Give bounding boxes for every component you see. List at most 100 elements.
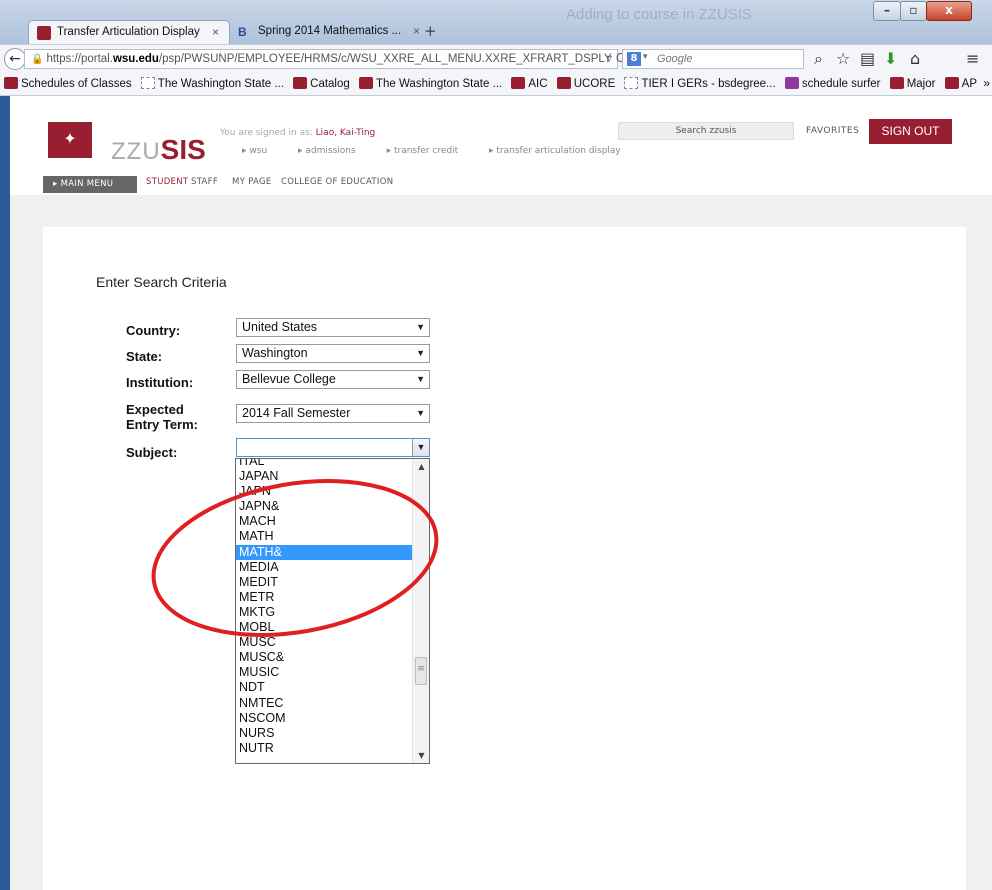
subject-option[interactable]: MUSC (236, 635, 414, 650)
bookmark-item[interactable]: Catalog (293, 77, 350, 90)
cougar-icon: ✦ (63, 129, 77, 148)
scroll-down-icon[interactable]: ▼ (413, 751, 429, 760)
country-select[interactable]: United States ▼ (236, 318, 430, 337)
bookmark-label: AIC (528, 78, 548, 90)
cougar-icon (37, 26, 51, 40)
subject-select[interactable]: ▼ (236, 438, 430, 457)
tab-close-icon[interactable]: × (413, 24, 420, 38)
search-icon[interactable]: ⌕ (814, 49, 823, 69)
bookmark-item[interactable]: AP (944, 77, 977, 90)
minimize-button[interactable]: – (873, 1, 901, 21)
tab-close-icon[interactable]: × (212, 25, 219, 39)
subject-option[interactable]: JAPAN (236, 469, 414, 484)
entry-term-select[interactable]: 2014 Fall Semester ▼ (236, 404, 430, 423)
country-label: Country: (126, 323, 181, 338)
bookmark-star-icon[interactable]: ☆ (836, 49, 850, 68)
new-tab-button[interactable]: + (424, 22, 437, 40)
chevron-down-icon: ▼ (416, 348, 425, 358)
favorites-link[interactable]: FAVORITES (806, 126, 859, 136)
subject-option[interactable]: MKTG (236, 605, 414, 620)
subject-dropdown-list[interactable]: ITAL JAPAN JAPN JAPN& MACH MATH MATH& MEDIA MEDI… (235, 458, 430, 764)
tab-college-of-education[interactable]: COLLEGE OF EDUCATION (281, 177, 393, 187)
signed-in-label: You are signed in as: (220, 128, 316, 138)
bookmark-item[interactable]: UCORE (556, 77, 615, 90)
subject-option[interactable]: MEDIA (236, 560, 414, 575)
wsu-cougar-logo[interactable]: ✦ (48, 122, 92, 158)
breadcrumb-item[interactable]: ▸ transfer credit (387, 146, 473, 156)
dropdown-scrollbar[interactable]: ▲ ≡ ▼ (412, 459, 429, 763)
window-titlebar: Adding to course in ZZUSIS – ▫ x Transfe… (0, 0, 992, 44)
tab-label: Transfer Articulation Display (57, 26, 200, 38)
main-menu-label: MAIN MENU (60, 179, 114, 189)
bookmarks-overflow-button[interactable]: » (983, 76, 990, 90)
bookmark-label: The Washington State ... (375, 78, 503, 90)
close-window-button[interactable]: x (926, 1, 972, 21)
download-icon[interactable]: ⬇ (884, 49, 897, 68)
subject-option[interactable]: METR (236, 590, 414, 605)
subject-option[interactable]: NSCOM (236, 711, 414, 726)
tab-my-page[interactable]: MY PAGE (232, 177, 272, 187)
search-box[interactable]: 8 ▾ (622, 49, 804, 69)
subject-option[interactable]: NMTEC (236, 696, 414, 711)
breadcrumb-item[interactable]: ▸ wsu (242, 146, 281, 156)
bookmark-item[interactable]: Major (889, 77, 935, 90)
subject-option[interactable]: MOBL (236, 620, 414, 635)
url-domain: wsu.edu (112, 53, 159, 65)
institution-label: Institution: (126, 375, 194, 390)
purple-icon (784, 77, 799, 89)
bookmark-item[interactable]: The Washington State ... (140, 77, 284, 90)
subject-option[interactable]: MATH (236, 529, 414, 544)
bookmark-item[interactable]: AIC (511, 77, 548, 90)
bookmark-item[interactable]: schedule surfer (784, 77, 880, 90)
tab-transfer-articulation[interactable]: Transfer Articulation Display × (28, 20, 230, 44)
bookmark-item[interactable]: The Washington State ... (358, 77, 503, 90)
navigation-toolbar: ← 🔒 https://portal.wsu.edu/psp/PWSUNP/EMP… (0, 44, 992, 72)
page-icon (140, 77, 155, 89)
close-icon: x (945, 3, 953, 17)
scroll-up-icon[interactable]: ▲ (413, 462, 429, 471)
scrollbar-thumb[interactable]: ≡ (415, 657, 427, 685)
tab-student[interactable]: STUDENT (146, 177, 188, 187)
subject-dropdown-button[interactable]: ▼ (412, 439, 429, 456)
subject-option[interactable]: MATH& (236, 544, 414, 560)
state-select[interactable]: Washington ▼ (236, 344, 430, 363)
search-input[interactable] (657, 52, 797, 66)
bookmarks-list-icon[interactable]: ▤ (860, 49, 875, 68)
subject-option[interactable]: JAPN (236, 484, 414, 499)
subject-option[interactable]: JAPN& (236, 499, 414, 514)
brand-suffix: SIS (160, 134, 206, 165)
menu-icon[interactable]: ≡ (966, 49, 979, 68)
left-frame-strip (0, 96, 10, 890)
subject-option[interactable]: NURS (236, 726, 414, 741)
bookmark-item[interactable]: TIER I GERs - bsdegree... (624, 77, 776, 90)
breadcrumb-item[interactable]: ▸ transfer articulation display (489, 146, 635, 156)
url-bar[interactable]: 🔒 https://portal.wsu.edu/psp/PWSUNP/EMPLO… (24, 49, 618, 69)
maximize-button[interactable]: ▫ (900, 1, 927, 21)
institution-select[interactable]: Bellevue College ▼ (236, 370, 430, 389)
subject-option[interactable]: NDT (236, 680, 414, 695)
subject-option[interactable]: ITAL (236, 459, 414, 469)
cougar-icon (358, 77, 373, 89)
breadcrumb: ▸ wsu ▸ admissions ▸ transfer credit ▸ t… (242, 146, 649, 156)
google-icon: 8 (627, 52, 641, 66)
zzusis-search-input[interactable]: Search zzusis (618, 122, 794, 140)
sign-out-button[interactable]: SIGN OUT (869, 119, 952, 144)
subject-option[interactable]: MACH (236, 514, 414, 529)
cougar-icon (4, 77, 18, 89)
back-arrow-icon: ← (9, 51, 21, 67)
tab-spring-mathematics[interactable]: B Spring 2014 Mathematics ... × (230, 20, 430, 44)
tab-staff[interactable]: STAFF (191, 177, 218, 187)
back-button[interactable]: ← (4, 48, 26, 70)
subject-option[interactable]: MUSC& (236, 650, 414, 665)
bookmark-item[interactable]: Schedules of Classes (4, 77, 132, 90)
main-menu-button[interactable]: ▸ MAIN MENU (43, 176, 137, 193)
subject-option[interactable]: MEDIT (236, 575, 414, 590)
subject-option[interactable]: NUTR (236, 741, 414, 756)
home-icon[interactable]: ⌂ (910, 49, 920, 68)
breadcrumb-item[interactable]: ▸ admissions (298, 146, 370, 156)
blackboard-icon: B (238, 25, 247, 39)
subject-option[interactable]: MUSIC (236, 665, 414, 680)
cougar-icon (511, 77, 526, 89)
chevron-down-icon: ▼ (416, 442, 426, 452)
search-engine-dropdown-icon[interactable]: ▾ (643, 52, 648, 62)
